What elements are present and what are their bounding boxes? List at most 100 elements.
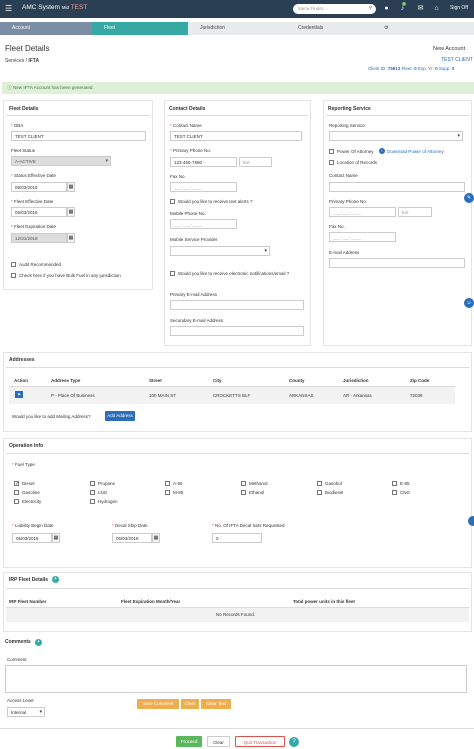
street: 100 MAIN ST xyxy=(149,393,177,398)
chat-icon[interactable]: ✎ xyxy=(464,193,474,203)
zip-code: 72038 xyxy=(410,393,423,398)
calendar-icon[interactable]: ▦ xyxy=(67,207,75,217)
col-header: County xyxy=(289,378,305,383)
provider-select[interactable] xyxy=(170,246,270,256)
home-icon[interactable]: ⌂ xyxy=(432,4,441,13)
fuel-checkbox-electricity[interactable] xyxy=(14,499,19,504)
phone-ext-input[interactable]: Ext. xyxy=(239,157,272,167)
menu-finder-input[interactable]: Menu Finder... ⚲ xyxy=(293,4,376,14)
fuel-checkbox-biodiesel[interactable] xyxy=(317,490,322,495)
rs-phone-input[interactable]: ___-___-____ xyxy=(329,207,396,217)
audit-recommended-checkbox[interactable] xyxy=(11,262,16,267)
add-address-button[interactable]: Add Address xyxy=(105,411,135,421)
reporting-service-select[interactable] xyxy=(329,131,463,141)
mobile-phone-input[interactable]: ___-___-____ xyxy=(170,219,237,229)
help-icon[interactable]: ? xyxy=(289,737,299,747)
fleet-effective-date-input[interactable]: 05/03/2018 xyxy=(11,207,67,217)
breadcrumb: Services / IFTA xyxy=(5,58,40,64)
info-icon[interactable]: i xyxy=(379,148,385,154)
reporting-service-label: Reporting Service xyxy=(329,123,365,128)
dba-input[interactable]: TEST CLIENT xyxy=(11,131,146,141)
contact-name-input[interactable]: TEST CLIENT xyxy=(170,131,302,141)
fuel-checkbox-ethanol[interactable] xyxy=(241,490,246,495)
col-header: Zip Code xyxy=(410,378,430,383)
location-records-label: Location of Records xyxy=(337,160,378,165)
proceed-button[interactable]: Proceed xyxy=(176,736,202,747)
search-icon: ⚲ xyxy=(368,5,372,10)
step-jurisdiction[interactable]: Jurisdiction xyxy=(188,22,286,35)
poa-checkbox[interactable] xyxy=(329,149,334,154)
rs-email-input[interactable] xyxy=(329,258,465,268)
fuel-checkbox-a-55[interactable] xyxy=(165,481,170,486)
decal-sets-label: * No. Of IFTA Decal Sets Requested xyxy=(212,523,285,528)
comment-textarea[interactable] xyxy=(5,665,467,693)
email-notif-checkbox[interactable] xyxy=(170,271,175,276)
fuel-checkbox-cng[interactable] xyxy=(392,490,397,495)
fuel-checkbox-gasohol[interactable] xyxy=(317,481,322,486)
primary-email-input[interactable] xyxy=(170,300,304,310)
fuel-checkbox-propane[interactable] xyxy=(90,481,95,486)
app-title: AMC System Mid TEST xyxy=(22,4,88,11)
clear-text-button[interactable]: Clear Text xyxy=(201,699,231,709)
fuel-checkbox-lng[interactable] xyxy=(90,490,95,495)
fuel-label: Ethanol xyxy=(249,490,265,495)
audit-recommended-label: Audit Recommended xyxy=(19,262,62,267)
rs-contact-name-input[interactable] xyxy=(329,182,465,192)
sign-off-link[interactable]: Sign Off xyxy=(450,5,468,11)
step-fleet[interactable]: Fleet xyxy=(92,22,188,35)
poa-label: Power Of Attorney xyxy=(337,149,374,154)
col-header: Action xyxy=(14,378,28,383)
col-header: Street xyxy=(149,378,162,383)
fuel-label: A-55 xyxy=(173,481,183,486)
scroll-indicator-icon[interactable] xyxy=(468,516,474,526)
fuel-checkbox-hydrogen[interactable] xyxy=(90,499,95,504)
download-poa-link[interactable]: Download Power of Attorney xyxy=(387,149,444,154)
step-account[interactable]: Account xyxy=(0,22,92,35)
access-level-select[interactable]: Internal xyxy=(7,707,45,717)
decal-sets-input[interactable]: 0 xyxy=(212,533,262,543)
reporting-service-title: Reporting Service xyxy=(328,106,371,112)
calendar-icon[interactable]: ▦ xyxy=(52,533,60,543)
fuel-checkbox-gasoline[interactable] xyxy=(14,490,19,495)
clear-button[interactable]: Clear xyxy=(207,736,230,747)
col-header: Address Type xyxy=(51,378,81,383)
clear-comment-button[interactable]: Clear xyxy=(181,699,199,709)
rs-phone-ext-input[interactable]: Ext xyxy=(398,207,432,217)
fuel-checkbox-e-85[interactable] xyxy=(392,481,397,486)
location-records-checkbox[interactable] xyxy=(329,160,334,165)
mail-icon[interactable]: ✉ xyxy=(416,4,425,13)
decal-ship-date-input[interactable]: 05/03/2018 xyxy=(112,533,152,543)
save-comment-button[interactable]: Save Comment xyxy=(137,699,179,709)
hamburger-icon[interactable]: ☰ xyxy=(5,4,14,13)
status-effective-date-input[interactable]: 05/03/2018 xyxy=(11,182,67,192)
secondary-email-input[interactable] xyxy=(170,326,304,336)
fuel-checkbox-m-85[interactable] xyxy=(165,490,170,495)
wizard-steps: Account Fleet Jurisdiction Credentials ⚙ xyxy=(0,22,474,35)
bulk-fuel-checkbox[interactable] xyxy=(11,273,16,278)
user-icon[interactable]: ☺ xyxy=(464,298,474,308)
calendar-icon[interactable]: ▦ xyxy=(67,182,75,192)
quit-transaction-button[interactable]: Quit Transaction xyxy=(235,736,285,747)
fuel-checkbox-methanol[interactable] xyxy=(241,481,246,486)
fuel-checkbox-diesel[interactable]: ✓ xyxy=(14,481,19,487)
irp-col-header: IRP Fleet Number xyxy=(9,599,47,604)
new-account-link[interactable]: New Account xyxy=(433,46,465,52)
breadcrumb-services[interactable]: Services xyxy=(5,58,24,64)
fleet-expiration-date-input: 12/31/2018 xyxy=(11,233,67,243)
step-next: ⚙ xyxy=(376,22,474,35)
liability-date-input[interactable]: 05/03/2018 xyxy=(12,533,52,543)
text-alerts-checkbox[interactable] xyxy=(170,199,175,204)
step-credentials[interactable]: Credentials xyxy=(286,22,376,35)
calendar-icon[interactable]: ▦ xyxy=(152,533,160,543)
fax-input[interactable]: ___-___-____ xyxy=(170,182,237,192)
expand-icon[interactable]: + xyxy=(35,639,42,646)
expand-icon[interactable]: + xyxy=(52,576,59,583)
fleet-status-select[interactable]: A-ACTIVE xyxy=(11,156,111,166)
user-icon[interactable]: ● xyxy=(382,4,391,13)
calendar-icon: ▦ xyxy=(67,233,75,243)
rs-fax-input[interactable]: ___-___-____ xyxy=(329,232,396,242)
success-alert: ⓘ New IFTA Account has been generated. xyxy=(2,82,474,94)
text-alerts-label: Would you like to receive text alerts ? xyxy=(178,199,253,204)
edit-address-icon[interactable]: ⚑ xyxy=(15,391,23,398)
primary-phone-input[interactable]: 123-456-7890 xyxy=(170,157,237,167)
